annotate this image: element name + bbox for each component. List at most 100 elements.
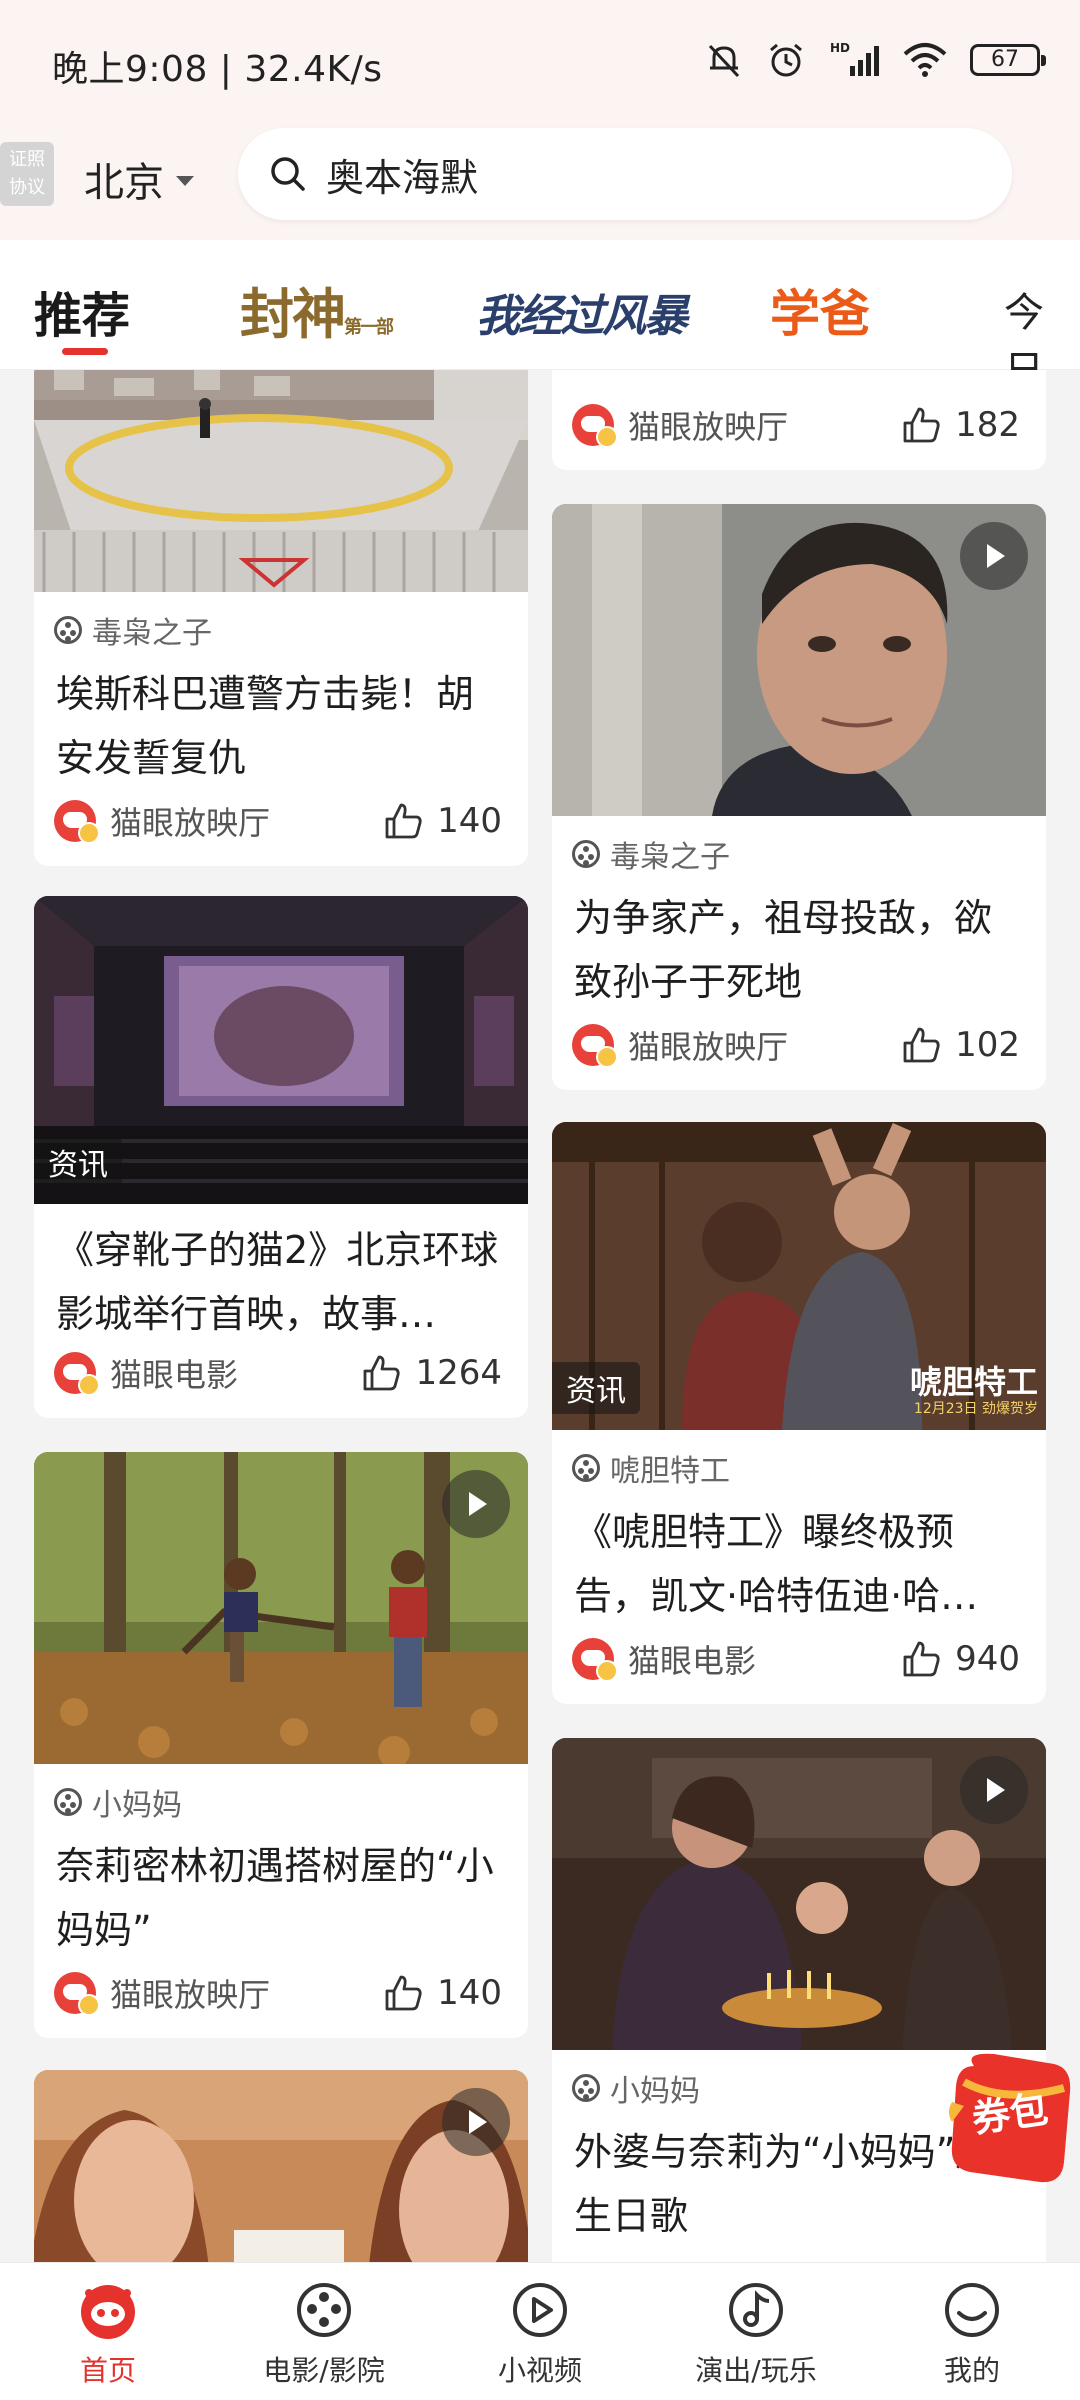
card-thumbnail bbox=[34, 2070, 528, 2262]
feed-card[interactable]: 资讯 《穿靴子的猫2》北京环球影城举行首映，故事… 猫眼电影 1264 bbox=[34, 896, 528, 1418]
card-film-name: 小妈妈 bbox=[610, 2074, 700, 2109]
tab-fengshen-sub: 第一部 bbox=[344, 317, 394, 338]
signal-icon: HD bbox=[830, 41, 879, 76]
nav-movies-cinema[interactable]: 电影/影院 bbox=[216, 2263, 432, 2400]
license-badge[interactable]: 证照 协议 bbox=[0, 142, 54, 206]
nav-shows-label: 演出/玩乐 bbox=[695, 2354, 817, 2387]
thumbs-up-icon bbox=[364, 1355, 401, 1391]
like-count: 940 bbox=[955, 1639, 1020, 1679]
card-thumbnail bbox=[34, 1452, 528, 1764]
feed-card[interactable]: 毒枭之子 为争家产，祖母投敌，欲致孙子于死地 猫眼放映厅 102 bbox=[552, 504, 1046, 1090]
card-source-name: 猫眼电影 bbox=[110, 1356, 239, 1394]
card-title: 《唬胆特工》曝终极预告，凯文·哈特伍迪·哈… bbox=[574, 1510, 979, 1618]
bottom-navigation: 首页 电影/影院 小视频 演出/玩乐 我的 bbox=[0, 2262, 1080, 2400]
like-count: 1264 bbox=[415, 1353, 502, 1393]
music-note-icon bbox=[729, 2283, 783, 2337]
film-reel-icon bbox=[572, 1454, 600, 1482]
card-thumbnail bbox=[34, 370, 528, 592]
card-source: 猫眼放映厅 bbox=[54, 798, 270, 844]
play-icon[interactable] bbox=[442, 2088, 510, 2156]
license-badge-label: 证照 协议 bbox=[9, 149, 45, 198]
card-thumbnail: 资讯 bbox=[34, 896, 528, 1204]
like-count: 140 bbox=[437, 801, 502, 841]
card-thumbnail: 资讯 唬胆特工 12月23日 劲爆贺岁 bbox=[552, 1122, 1046, 1430]
card-meta: 猫眼电影 1264 bbox=[34, 1342, 528, 1418]
mute-bell-icon bbox=[708, 44, 740, 78]
like-button[interactable]: 182 bbox=[899, 403, 1020, 447]
nav-profile[interactable]: 我的 bbox=[864, 2263, 1080, 2400]
coupon-package-button[interactable]: 券包 bbox=[944, 2042, 1074, 2190]
svg-text:HD: HD bbox=[830, 41, 850, 55]
feed-card[interactable]: 小妈妈 奈莉密林初遇搭树屋的“小妈妈” 猫眼放映厅 140 bbox=[34, 1452, 528, 2038]
poster-subtitle: 12月23日 劲爆贺岁 bbox=[913, 1401, 1038, 1417]
tab-storm-logo[interactable]: 我经过风暴 bbox=[476, 280, 688, 344]
tab-xueba-logo[interactable]: 学爸 bbox=[770, 274, 870, 346]
card-meta: 猫眼放映厅 140 bbox=[34, 790, 528, 866]
card-source-name: 猫眼放映厅 bbox=[628, 1028, 789, 1066]
search-placeholder: 奥本海默 bbox=[326, 155, 479, 200]
nav-shows[interactable]: 演出/玩乐 bbox=[648, 2263, 864, 2400]
card-title: 奈莉密林初遇搭树屋的“小妈妈” bbox=[56, 1844, 494, 1952]
thumbs-up-icon bbox=[903, 407, 940, 443]
nav-home-label: 首页 bbox=[79, 2354, 136, 2387]
poster-overlay-title: 唬胆特工 12月23日 劲爆贺岁 bbox=[910, 1364, 1038, 1418]
thumbs-up-icon bbox=[385, 803, 422, 839]
card-source: 猫眼电影 bbox=[54, 1350, 238, 1396]
card-film-row: 毒枭之子 bbox=[552, 816, 1046, 876]
card-source-name: 猫眼电影 bbox=[628, 1642, 757, 1680]
like-button[interactable]: 102 bbox=[899, 1023, 1020, 1067]
card-film-name: 唬胆特工 bbox=[610, 1454, 730, 1489]
play-icon[interactable] bbox=[442, 1470, 510, 1538]
maoyan-avatar-icon bbox=[572, 1024, 618, 1068]
card-source-name: 猫眼放映厅 bbox=[110, 804, 271, 842]
maoyan-avatar-icon bbox=[572, 1638, 618, 1682]
feed-card[interactable] bbox=[34, 2070, 528, 2262]
like-button[interactable]: 940 bbox=[899, 1637, 1020, 1681]
like-button[interactable]: 140 bbox=[381, 1971, 502, 2015]
play-icon[interactable] bbox=[960, 1756, 1028, 1824]
nav-short-video-label: 小视频 bbox=[497, 2354, 582, 2387]
card-meta: 猫眼放映厅 182 bbox=[552, 394, 1046, 470]
search-icon bbox=[271, 157, 305, 191]
card-title: 埃斯科巴遭警方击毙！胡安发誓复仇 bbox=[56, 672, 475, 780]
card-title: 为争家产，祖母投敌，欲致孙子于死地 bbox=[574, 896, 993, 1004]
feed-card[interactable]: 猫眼放映厅 182 bbox=[552, 370, 1046, 470]
film-reel-icon bbox=[572, 840, 600, 868]
card-film-name: 小妈妈 bbox=[92, 1788, 182, 1823]
maoyan-avatar-icon bbox=[54, 1352, 100, 1396]
search-input[interactable]: 奥本海默 bbox=[238, 128, 1012, 220]
nav-movies-label: 电影/影院 bbox=[263, 2354, 385, 2387]
like-count: 102 bbox=[955, 1025, 1020, 1065]
play-icon[interactable] bbox=[960, 522, 1028, 590]
category-tabs: 推荐 封神第一部 我经过风暴 学爸 今日 bbox=[0, 240, 1080, 394]
like-button[interactable]: 140 bbox=[381, 799, 502, 843]
thumbs-up-icon bbox=[903, 1641, 940, 1677]
card-source-name: 猫眼放映厅 bbox=[628, 408, 789, 446]
poster-title: 唬胆特工 bbox=[909, 1363, 1038, 1401]
tab-fengshen-logo[interactable]: 封神第一部 bbox=[240, 270, 394, 349]
nav-home[interactable]: 首页 bbox=[0, 2263, 216, 2400]
city-selector[interactable]: 北京 bbox=[84, 150, 194, 208]
card-meta: 猫眼电影 940 bbox=[552, 1628, 1046, 1704]
maoyan-avatar-icon bbox=[54, 1972, 100, 2016]
card-source: 猫眼放映厅 bbox=[54, 1970, 270, 2016]
like-button[interactable]: 1264 bbox=[359, 1351, 502, 1395]
tab-active-indicator bbox=[62, 348, 108, 355]
thumbs-up-icon bbox=[385, 1975, 422, 2011]
top-header: 证照 协议 北京 奥本海默 bbox=[0, 120, 1080, 240]
card-title: 《穿靴子的猫2》北京环球影城举行首映，故事… bbox=[56, 1228, 499, 1336]
film-reel-icon bbox=[54, 616, 82, 644]
profile-icon bbox=[945, 2283, 999, 2337]
nav-short-video[interactable]: 小视频 bbox=[432, 2263, 648, 2400]
play-circle-icon bbox=[513, 2283, 567, 2337]
maoyan-cat-icon bbox=[81, 2285, 135, 2339]
card-film-name: 毒枭之子 bbox=[92, 616, 212, 651]
nav-profile-label: 我的 bbox=[943, 2354, 1000, 2387]
feed-card[interactable]: 资讯 唬胆特工 12月23日 劲爆贺岁 唬胆特工 《唬胆特工》曝终极预告，凯文·… bbox=[552, 1122, 1046, 1704]
news-tag: 资讯 bbox=[34, 1136, 122, 1188]
tab-recommend[interactable]: 推荐 bbox=[34, 276, 130, 346]
status-icons: HD 67 bbox=[704, 38, 1046, 82]
maoyan-avatar-icon bbox=[572, 404, 618, 448]
feed-card[interactable]: 毒枭之子 埃斯科巴遭警方击毙！胡安发誓复仇 猫眼放映厅 140 bbox=[34, 370, 528, 866]
card-source-name: 猫眼放映厅 bbox=[110, 1976, 271, 2014]
